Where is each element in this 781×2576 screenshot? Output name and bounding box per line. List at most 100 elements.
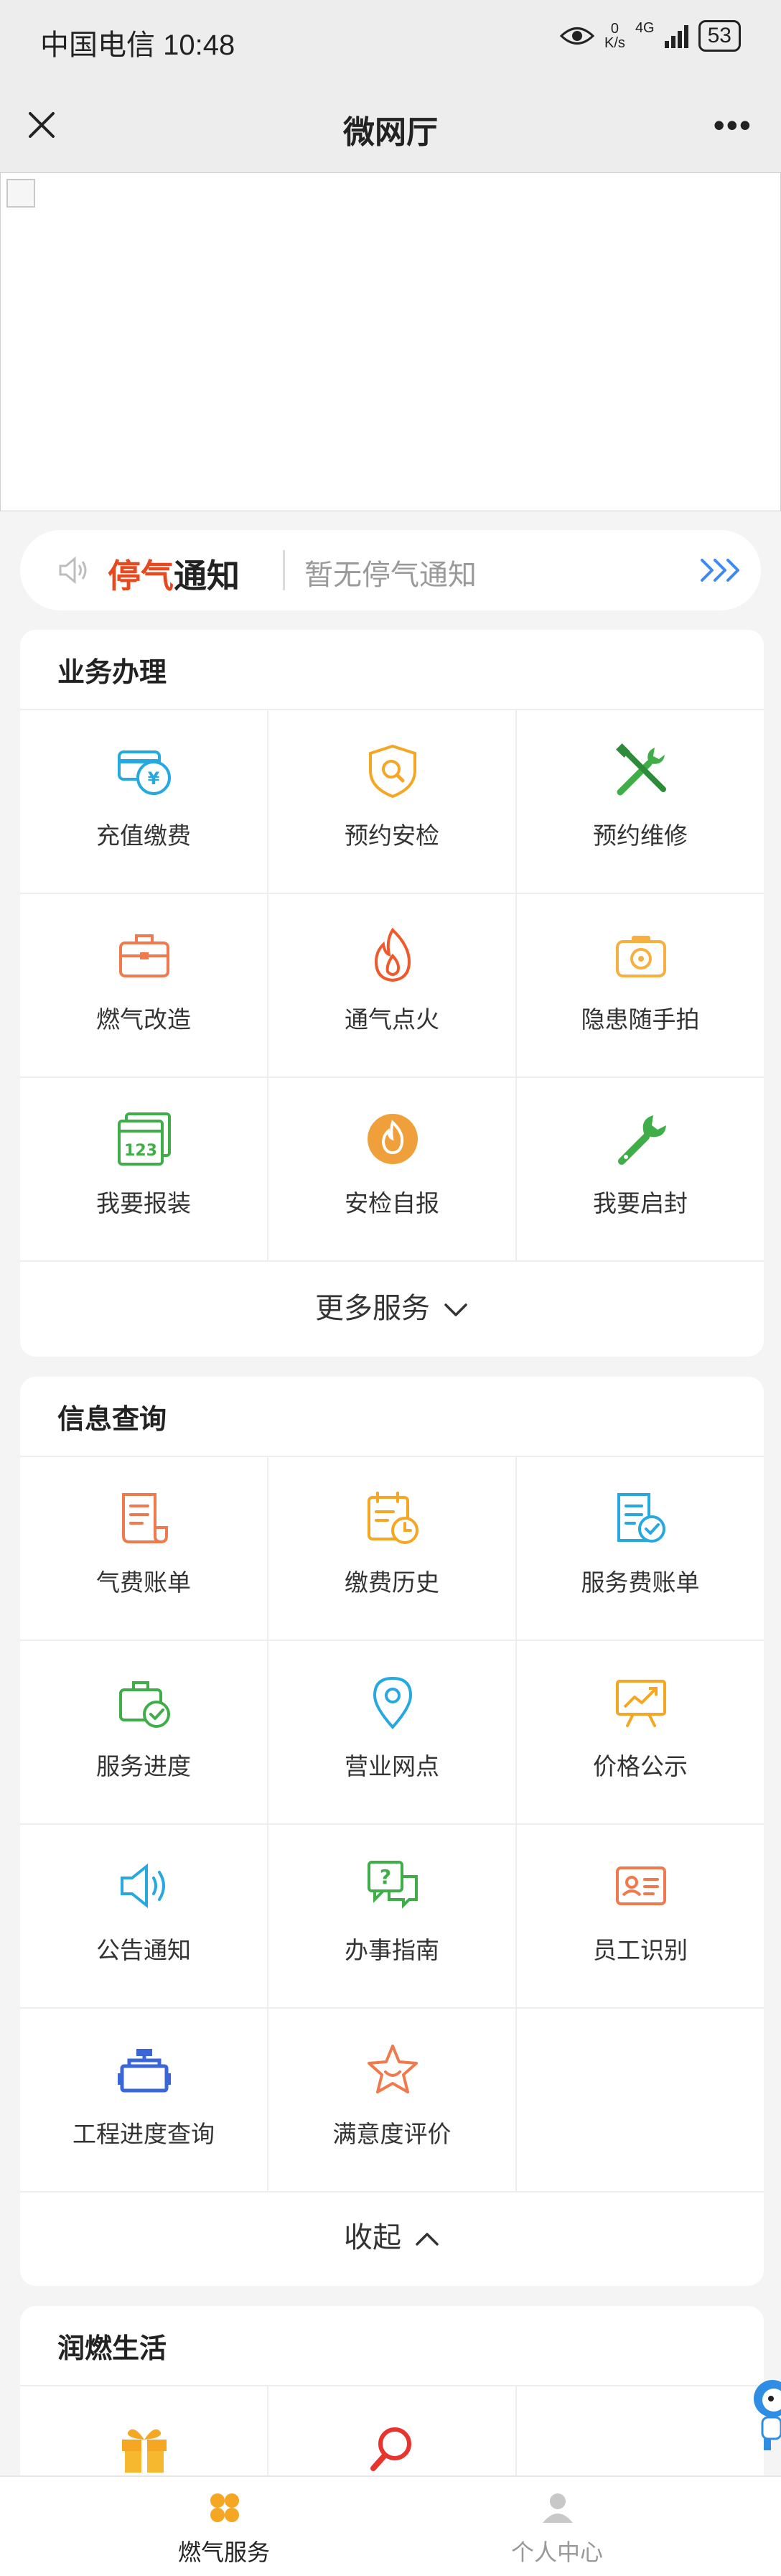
service-self-inspection[interactable]: 安检自报 bbox=[268, 1078, 517, 1260]
double-chevron-right-icon[interactable] bbox=[698, 556, 742, 585]
service-guide[interactable]: ? 办事指南 bbox=[268, 1825, 517, 2007]
empty-cell bbox=[517, 2009, 764, 2191]
tools-icon bbox=[616, 743, 666, 796]
gift-icon bbox=[122, 2429, 167, 2473]
info-card: 信息查询 气费账单 缴费历史 服务费账单 服务进度 营业网点 价格公示 公告通知… bbox=[20, 1377, 764, 2286]
svg-text:?: ? bbox=[380, 1865, 391, 1889]
service-apply-install[interactable]: 123 我要报装 bbox=[20, 1078, 268, 1260]
service-satisfaction[interactable]: 满意度评价 bbox=[268, 2009, 517, 2191]
notice-text: 暂无停气通知 bbox=[304, 559, 477, 591]
section-title: 润燃生活 bbox=[57, 2334, 167, 2364]
svg-text:123: 123 bbox=[124, 1142, 157, 1160]
business-grid: ¥ 充值缴费 预约安检 预约维修 燃气改造 通气点火 隐患随手拍 123 我要报… bbox=[20, 709, 764, 1262]
calendar-clock-icon bbox=[368, 1492, 418, 1544]
outage-notice-bar[interactable]: 停气通知 暂无停气通知 bbox=[20, 530, 761, 610]
service-label: 安检自报 bbox=[345, 1190, 439, 1217]
chart-board-icon bbox=[616, 1680, 666, 1727]
machine-icon bbox=[118, 2049, 171, 2093]
business-card: 业务办理 ¥ 充值缴费 预约安检 预约维修 燃气改造 通气点火 隐患随手拍 12… bbox=[20, 630, 764, 1357]
card-yen-icon: ¥ bbox=[118, 750, 171, 795]
service-label: 缴费历史 bbox=[345, 1569, 439, 1596]
service-label: 充值缴费 bbox=[96, 822, 191, 849]
more-icon[interactable]: ••• bbox=[714, 108, 752, 141]
service-branches[interactable]: 营业网点 bbox=[268, 1641, 517, 1823]
search-icon bbox=[370, 2427, 411, 2471]
service-payment-history[interactable]: 缴费历史 bbox=[268, 1457, 517, 1640]
bill-icon bbox=[122, 1493, 168, 1543]
briefcase-check-icon bbox=[119, 1681, 170, 1728]
speaker-icon bbox=[59, 556, 87, 585]
broken-image-icon bbox=[6, 179, 35, 208]
service-label: 隐患随手拍 bbox=[581, 1006, 700, 1033]
collapse-button[interactable]: 收起 bbox=[20, 2190, 764, 2286]
service-project-progress[interactable]: 工程进度查询 bbox=[20, 2009, 268, 2191]
location-pin-icon bbox=[373, 1676, 413, 1730]
service-label: 预约维修 bbox=[593, 822, 688, 849]
section-title: 信息查询 bbox=[57, 1405, 167, 1435]
service-book-inspection[interactable]: 预约安检 bbox=[268, 710, 517, 893]
clover-icon bbox=[210, 2493, 239, 2522]
service-recharge-payment[interactable]: ¥ 充值缴费 bbox=[20, 710, 268, 893]
service-staff-id[interactable]: 员工识别 bbox=[517, 1825, 764, 2007]
shield-flame-icon bbox=[368, 1114, 418, 1164]
service-label: 营业网点 bbox=[345, 1753, 439, 1780]
tab-label: 个人中心 bbox=[510, 2539, 603, 2565]
svg-text:¥: ¥ bbox=[148, 768, 160, 789]
service-label: 燃气改造 bbox=[96, 1006, 191, 1033]
service-label: 我要启封 bbox=[593, 1190, 688, 1217]
service-label: 员工识别 bbox=[593, 1937, 688, 1963]
service-label: 工程进度查询 bbox=[73, 2121, 215, 2147]
service-hazard-photo[interactable]: 隐患随手拍 bbox=[517, 894, 764, 1077]
service-fee-bill[interactable]: 服务费账单 bbox=[517, 1457, 764, 1640]
tab-personal-center[interactable]: 个人中心 bbox=[362, 2477, 752, 2576]
service-gas-bill[interactable]: 气费账单 bbox=[20, 1457, 268, 1640]
service-gas-renovation[interactable]: 燃气改造 bbox=[20, 894, 268, 1077]
more-services-button[interactable]: 更多服务 bbox=[20, 1260, 764, 1357]
service-label: 办事指南 bbox=[345, 1937, 439, 1963]
service-label: 气费账单 bbox=[96, 1569, 191, 1596]
service-label: 预约安检 bbox=[345, 822, 439, 849]
service-label: 服务费账单 bbox=[581, 1569, 700, 1596]
service-label: 服务进度 bbox=[96, 1753, 191, 1780]
service-progress[interactable]: 服务进度 bbox=[20, 1641, 268, 1823]
tab-gas-service[interactable]: 燃气服务 bbox=[29, 2477, 419, 2576]
camera-icon bbox=[616, 936, 666, 977]
service-label: 满意度评价 bbox=[332, 2121, 452, 2147]
service-announcements[interactable]: 公告通知 bbox=[20, 1825, 268, 2007]
question-chat-icon: ? bbox=[368, 1861, 418, 1909]
shield-search-icon bbox=[369, 744, 416, 799]
service-label: 我要报装 bbox=[96, 1190, 191, 1217]
chevron-down-icon bbox=[444, 1303, 467, 1317]
info-grid: 气费账单 缴费历史 服务费账单 服务进度 营业网点 价格公示 公告通知 ? 办事… bbox=[20, 1456, 764, 2193]
service-ignition[interactable]: 通气点火 bbox=[268, 894, 517, 1077]
network-type: 4G bbox=[635, 20, 655, 36]
service-price-notice[interactable]: 价格公示 bbox=[517, 1641, 764, 1823]
tab-bar: 燃气服务 个人中心 bbox=[0, 2475, 781, 2576]
battery-icon: 53 bbox=[698, 20, 741, 52]
status-icons: 0 K/s 4G 53 bbox=[560, 20, 741, 52]
person-icon bbox=[543, 2493, 573, 2523]
flame-icon bbox=[374, 927, 411, 982]
divider bbox=[283, 550, 285, 590]
banner-image[interactable] bbox=[0, 172, 781, 511]
section-title: 业务办理 bbox=[57, 658, 167, 688]
service-label: 公告通知 bbox=[96, 1937, 191, 1963]
bill-check-icon bbox=[617, 1493, 665, 1543]
id-card-icon bbox=[616, 1866, 666, 1905]
service-book-repair[interactable]: 预约维修 bbox=[517, 710, 764, 893]
service-label: 价格公示 bbox=[593, 1753, 688, 1780]
mascot-icon[interactable] bbox=[747, 2374, 781, 2453]
eye-icon bbox=[560, 27, 595, 45]
carrier-time: 中国电信 10:48 bbox=[40, 29, 235, 61]
notice-title: 停气通知 bbox=[108, 557, 240, 595]
service-unseal[interactable]: 我要启封 bbox=[517, 1078, 764, 1260]
chevron-up-icon bbox=[416, 2233, 439, 2246]
tab-label: 燃气服务 bbox=[177, 2539, 270, 2565]
nav-bar: 微网厅 ••• bbox=[0, 79, 781, 174]
page-title: 微网厅 bbox=[343, 115, 438, 150]
signal-icon bbox=[664, 24, 688, 48]
net-speed: 0 K/s bbox=[604, 21, 625, 51]
star-icon bbox=[368, 2045, 418, 2093]
wrench-icon bbox=[618, 1115, 666, 1165]
status-bar: 中国电信 10:48 0 K/s 4G 53 bbox=[0, 0, 781, 79]
